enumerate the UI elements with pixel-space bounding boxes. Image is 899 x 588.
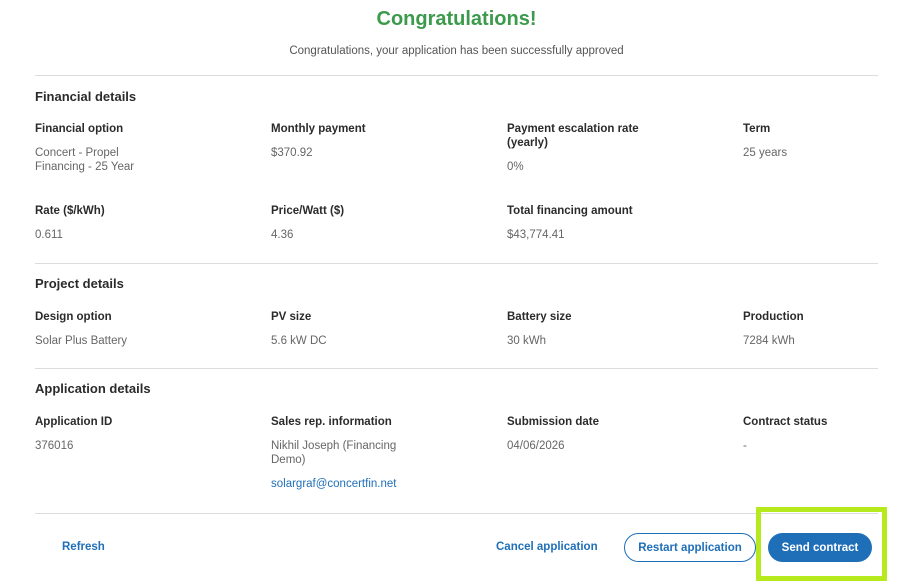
- approval-message: Congratulations, your application has be…: [289, 45, 624, 57]
- sales-rep-email-link[interactable]: solargraf@concertfin.net: [271, 477, 471, 491]
- field-label: Price/Watt ($): [271, 205, 345, 217]
- field-label: Production: [743, 311, 804, 323]
- page-title: Congratulations!: [376, 8, 537, 30]
- production-field: Production 7284 kWh: [743, 310, 899, 348]
- field-label: Term: [743, 123, 771, 135]
- financial-option-field: Financial option Concert - Propel Financ…: [35, 122, 235, 174]
- divider: [35, 263, 878, 264]
- restart-application-button[interactable]: Restart application: [624, 533, 756, 562]
- application-id-field: Application ID 376016: [35, 415, 235, 453]
- refresh-button[interactable]: Refresh: [62, 541, 105, 553]
- monthly-payment-field: Monthly payment $370.92: [271, 122, 471, 160]
- field-label: Rate ($/kWh): [35, 205, 105, 217]
- field-value: 25 years: [743, 147, 788, 159]
- field-value: 0.611: [35, 229, 63, 241]
- send-contract-button[interactable]: Send contract: [768, 533, 872, 562]
- escalation-rate-field: Payment escalation rate (yearly) 0%: [507, 122, 707, 174]
- field-label: Design option: [35, 311, 112, 323]
- field-value: 7284 kWh: [743, 335, 795, 347]
- field-value: $43,774.41: [507, 229, 565, 241]
- field-value: -: [743, 440, 747, 452]
- divider: [35, 368, 878, 369]
- field-value: Concert - Propel Financing - 25 Year: [35, 147, 135, 173]
- total-financing-field: Total financing amount $43,774.41: [507, 204, 707, 242]
- pv-size-field: PV size 5.6 kW DC: [271, 310, 471, 348]
- field-value: 30 kWh: [507, 335, 546, 347]
- field-value: 04/06/2026: [507, 440, 565, 452]
- field-value: 0%: [507, 161, 524, 173]
- field-label: Financial option: [35, 123, 124, 135]
- field-label: Total financing amount: [507, 205, 633, 217]
- field-value: 4.36: [271, 229, 294, 241]
- divider: [35, 513, 878, 514]
- sales-rep-field: Sales rep. information Nikhil Joseph (Fi…: [271, 415, 471, 491]
- term-field: Term 25 years: [743, 122, 899, 160]
- field-label: Contract status: [743, 416, 828, 428]
- field-label: Payment escalation rate (yearly): [507, 123, 639, 149]
- financial-details-heading: Financial details: [35, 89, 137, 104]
- field-value: Solar Plus Battery: [35, 335, 128, 347]
- rate-field: Rate ($/kWh) 0.611: [35, 204, 235, 242]
- field-label: Sales rep. information: [271, 416, 392, 428]
- submission-date-field: Submission date 04/06/2026: [507, 415, 707, 453]
- project-details-heading: Project details: [35, 276, 124, 291]
- field-label: Monthly payment: [271, 123, 366, 135]
- field-label: PV size: [271, 311, 312, 323]
- cancel-application-button[interactable]: Cancel application: [496, 541, 598, 553]
- contract-status-field: Contract status -: [743, 415, 899, 453]
- battery-size-field: Battery size 30 kWh: [507, 310, 707, 348]
- application-details-heading: Application details: [35, 381, 151, 396]
- field-value: 376016: [35, 440, 74, 452]
- field-label: Battery size: [507, 311, 572, 323]
- price-per-watt-field: Price/Watt ($) 4.36: [271, 204, 471, 242]
- field-label: Application ID: [35, 416, 113, 428]
- field-label: Submission date: [507, 416, 600, 428]
- field-value: $370.92: [271, 147, 313, 159]
- divider: [35, 75, 878, 76]
- field-value: Nikhil Joseph (Financing Demo): [271, 440, 397, 466]
- field-value: 5.6 kW DC: [271, 335, 327, 347]
- design-option-field: Design option Solar Plus Battery: [35, 310, 235, 348]
